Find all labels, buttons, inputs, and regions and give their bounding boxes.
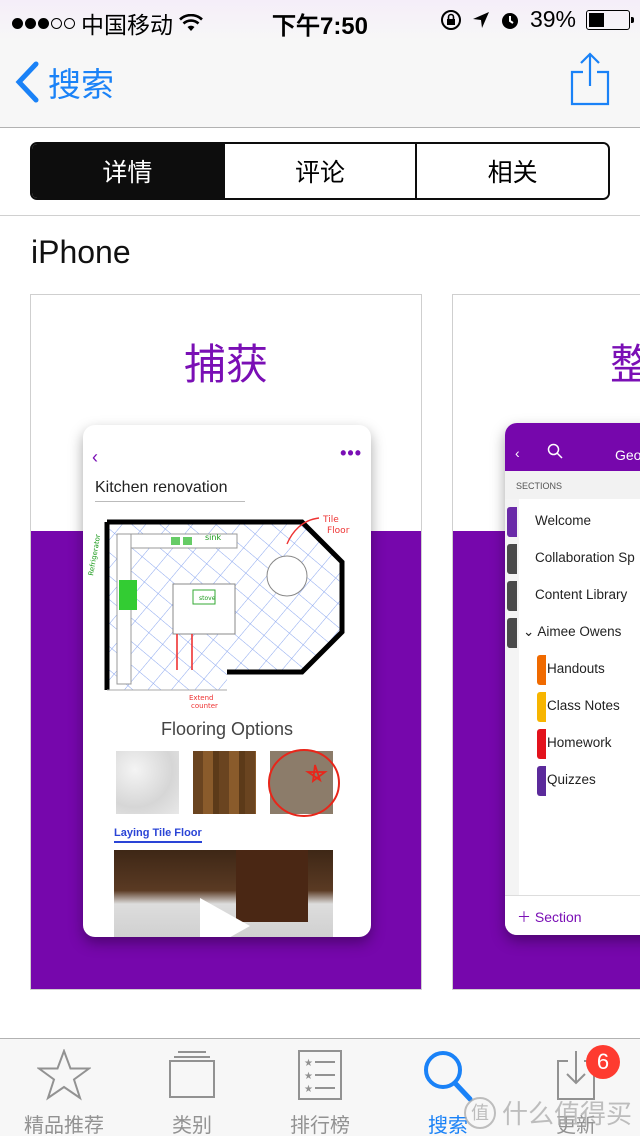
app-screenshot-1[interactable]: 捕获 ‹ ••• Kitchen renovation sink stove R… (30, 294, 422, 990)
section-item: Homework (547, 735, 612, 750)
tab-bar: 精品推荐 类别 ★ ★ ★ 排行榜 搜索 6 更新 (0, 1038, 640, 1136)
swatch-wood (193, 751, 256, 814)
annotation-floor: Floor (327, 526, 350, 536)
tab-label: 排行榜 (290, 1115, 350, 1136)
annotation-counter: counter (191, 702, 218, 710)
section-tabs (505, 499, 519, 895)
segment-details[interactable]: 详情 (32, 144, 223, 198)
top-charts-icon: ★ ★ ★ (298, 1050, 342, 1100)
battery-percent: 39% (529, 6, 576, 32)
location-icon (472, 11, 489, 28)
section-color-tab (507, 544, 517, 574)
battery-icon (586, 9, 634, 30)
segment-reviews[interactable]: 评论 (222, 144, 416, 198)
updates-badge: 6 (586, 1045, 620, 1079)
video-thumbnail (114, 850, 333, 937)
tab-label: 搜索 (428, 1115, 468, 1136)
floor-plan-drawing: sink stove Refrigerator Tile Floor Exten… (87, 515, 350, 710)
mock-header-title: Geo (615, 447, 640, 463)
section-item: Handouts (547, 661, 605, 676)
mock-back-icon: ‹ (92, 447, 98, 467)
mock-back-icon: ‹ (515, 445, 520, 461)
ink-circle-star-icon (268, 749, 340, 817)
mock-more-icon: ••• (340, 443, 362, 463)
section-item: Welcome (535, 513, 592, 528)
phone-mockup: ‹ Geo SECTIONS Welcome Collaboration Sp Co… (505, 423, 640, 935)
svg-text:★: ★ (304, 1058, 313, 1069)
section-item: Collaboration Sp (535, 550, 635, 565)
tab-top-charts[interactable]: ★ ★ ★ 排行榜 (256, 1039, 384, 1136)
tab-label: 类别 (172, 1115, 212, 1136)
section-item: Class Notes (547, 698, 620, 713)
section-color-tab (507, 507, 517, 537)
share-button[interactable] (570, 52, 610, 111)
section-color-tab (507, 581, 517, 611)
navigation-bar: 搜索 (0, 40, 640, 128)
add-section-button: ＋ Section (505, 895, 640, 935)
add-section-label: Section (534, 909, 582, 925)
tab-featured[interactable]: 精品推荐 (0, 1039, 128, 1136)
segmented-control: 详情 评论 相关 (30, 142, 610, 200)
star-icon (37, 1049, 91, 1101)
svg-text:★: ★ (304, 1071, 313, 1082)
alarm-icon (501, 12, 518, 29)
mock-link: Laying Tile Floor (114, 827, 202, 843)
section-list: Welcome Collaboration Sp Content Library ⌄ … (519, 499, 640, 895)
chevron-left-icon (15, 61, 39, 103)
segment-related[interactable]: 相关 (415, 144, 608, 198)
play-icon (200, 898, 250, 937)
screenshot-caption: 捕获 (183, 341, 268, 388)
mock-header: ‹ Geo (505, 423, 640, 471)
section-color-tab (537, 655, 546, 685)
section-item: Content Library (535, 587, 628, 602)
tab-search[interactable]: 搜索 (384, 1039, 512, 1136)
section-item: Quizzes (547, 772, 596, 787)
annotation-extend: Extend (189, 694, 214, 702)
tab-categories[interactable]: 类别 (128, 1039, 256, 1136)
segmented-control-bar: 详情 评论 相关 (0, 129, 640, 216)
annotation-refrigerator: Refrigerator (87, 534, 102, 577)
categories-icon (169, 1051, 215, 1098)
swatch-marble (116, 751, 179, 814)
mock-page-title: Kitchen renovation (95, 479, 245, 502)
app-screenshot-2[interactable]: 整 ‹ Geo SECTIONS Welcome Collaboration Sp… (452, 294, 640, 990)
section-color-tab (537, 729, 546, 759)
tab-label: 更新 (556, 1115, 596, 1136)
status-bar: 中国移动 下午7:50 39% (0, 0, 640, 40)
phone-mockup: ‹ ••• Kitchen renovation sink stove Refr… (83, 425, 371, 937)
screenshot-caption: 整 (610, 331, 640, 392)
section-item: ⌄ Aimee Owens (523, 624, 622, 639)
mock-heading: Flooring Options (160, 719, 294, 739)
device-section-title: iPhone (31, 234, 131, 270)
section-color-tab (507, 618, 517, 648)
mock-search-icon (547, 443, 563, 459)
annotation-stove: stove (199, 595, 216, 602)
svg-text:★: ★ (304, 1084, 313, 1095)
annotation-sink: sink (205, 533, 221, 542)
tab-updates[interactable]: 6 更新 (512, 1039, 640, 1136)
back-button[interactable]: 搜索 (14, 58, 114, 106)
sections-label: SECTIONS (505, 471, 640, 499)
share-icon (570, 52, 610, 106)
back-label: 搜索 (48, 66, 114, 103)
rotation-lock-icon (440, 9, 461, 30)
annotation-tile: Tile (322, 515, 339, 525)
section-color-tab (537, 692, 546, 722)
section-color-tab (537, 766, 546, 796)
search-icon (424, 1051, 473, 1102)
tab-label: 精品推荐 (24, 1115, 104, 1136)
